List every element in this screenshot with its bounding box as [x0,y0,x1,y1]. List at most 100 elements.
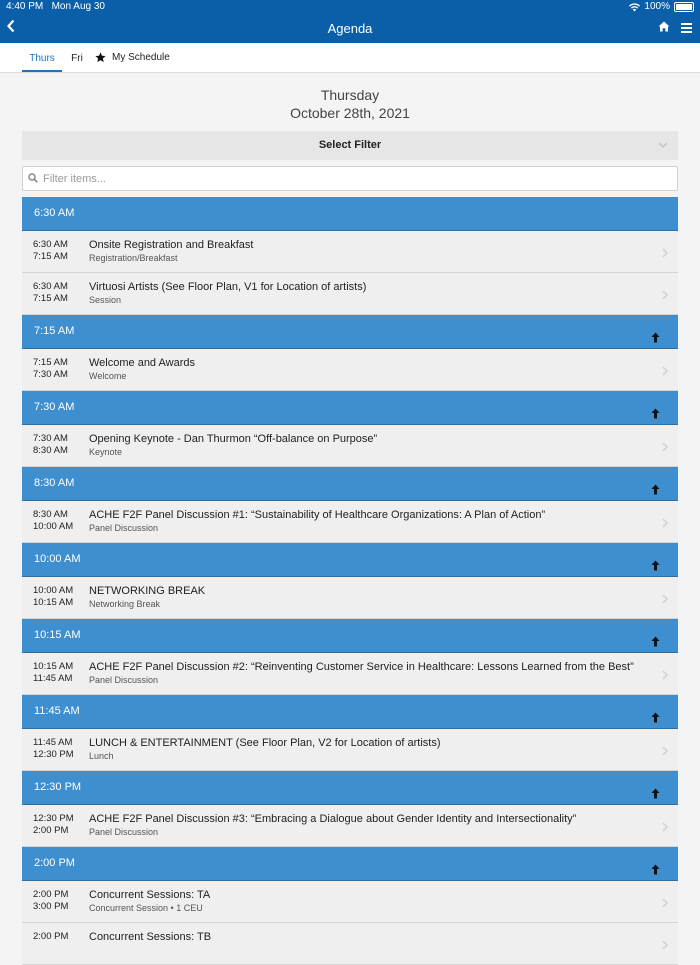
day-name: Thursday [320,87,380,103]
time-slot-label: 6:30 AM [34,207,75,219]
tab-thurs[interactable]: Thurs [22,43,62,72]
page-title: Agenda [327,21,373,36]
session-start-time: 6:30 AM [33,281,68,292]
tab-my-schedule[interactable]: My Schedule [95,43,170,72]
session-times: 6:30 AM 7:15 AM [33,281,68,305]
select-filter-label: Select Filter [318,139,382,151]
session-end-time: 2:00 PM [33,825,69,836]
session-start-time: 10:00 AM [33,585,74,596]
session-end-time: 7:15 AM [33,251,68,262]
session-times: 2:00 PM 3:00 PM [33,889,68,913]
session-start-time: 7:15 AM [33,357,68,368]
session-row[interactable]: 8:30 AM 10:00 AM ACHE F2F Panel Discussion… [22,501,678,543]
menu-button[interactable] [681,20,692,38]
session-type: Welcome [89,371,127,381]
session-type: Concurrent Session • 1 CEU [89,903,203,913]
session-row[interactable]: 7:30 AM 8:30 AM Opening Keynote - Dan Thur… [22,425,678,467]
session-row[interactable]: 10:15 AM 11:45 AM ACHE F2F Panel Discussio… [22,653,678,695]
session-type: Lunch [89,751,114,761]
time-slot-header[interactable]: 7:30 AM [22,391,678,425]
chevron-right-icon [662,363,669,381]
time-slot-header[interactable]: 10:00 AM [22,543,678,577]
session-row[interactable]: 7:15 AM 7:30 AM Welcome and Awards Welcome [22,349,678,391]
day-date: October 28th, 2021 [290,105,410,121]
session-row[interactable]: 11:45 AM 12:30 PM LUNCH & ENTERTAINMENT (S… [22,729,678,771]
session-type: Panel Discussion [89,675,159,685]
status-time-date: 4:40 PM Mon Aug 30 [6,0,105,14]
search-input[interactable] [41,170,665,188]
session-row[interactable]: 2:00 PM Concurrent Sessions: TB [22,923,678,965]
time-slot-label: 12:30 PM [34,781,82,793]
session-row[interactable]: 10:00 AM 10:15 AM NETWORKING BREAK Networki… [22,577,678,619]
session-title: ACHE F2F Panel Discussion #2: “Reinventi… [89,661,634,673]
status-bar: 4:40 PM Mon Aug 30 100% [0,0,700,14]
session-title: Onsite Registration and Breakfast [89,239,254,251]
session-type: Panel Discussion [89,827,159,837]
session-row[interactable]: 2:00 PM 3:00 PM Concurrent Sessions: TA Con… [22,881,678,923]
day-tabs: Thurs Fri My Schedule [0,43,700,73]
select-filter-dropdown[interactable]: Select Filter [22,131,678,160]
chevron-down-icon [658,131,668,160]
star-icon [95,52,106,63]
session-row[interactable]: 6:30 AM 7:15 AM Virtuosi Artists (See Floo… [22,273,678,315]
session-type: Registration/Breakfast [89,253,178,263]
session-times: 12:30 PM 2:00 PM [33,813,74,837]
session-start-time: 6:30 AM [33,239,68,250]
wifi-icon [629,2,641,11]
session-end-time: 12:30 PM [33,749,74,760]
time-slot-header[interactable]: 12:30 PM [22,771,678,805]
time-slot-label: 8:30 AM [34,477,75,489]
time-slot-label: 11:45 AM [34,705,80,717]
session-start-time: 11:45 AM [33,737,73,748]
chevron-right-icon [662,937,669,955]
session-title: Opening Keynote - Dan Thurmon “Off-balan… [89,433,378,445]
session-times: 7:15 AM 7:30 AM [33,357,68,381]
session-start-time: 8:30 AM [33,509,68,520]
status-date: Mon Aug 30 [51,1,105,12]
time-slot-header[interactable]: 6:30 AM [22,197,678,231]
chevron-right-icon [662,743,669,761]
session-start-time: 12:30 PM [33,813,74,824]
time-slot-label: 10:00 AM [34,553,81,565]
session-end-time: 3:00 PM [33,901,69,912]
session-title: ACHE F2F Panel Discussion #1: “Sustainab… [89,509,546,521]
time-slot-label: 7:15 AM [34,325,75,337]
session-end-time: 10:15 AM [33,597,74,608]
time-slot-header[interactable]: 7:15 AM [22,315,678,349]
home-button[interactable] [658,19,670,37]
tab-fri[interactable]: Fri [70,43,84,72]
tab-my-schedule-label: My Schedule [112,51,170,63]
session-type: Panel Discussion [89,523,159,533]
status-time: 4:40 PM [6,1,44,12]
time-slot-header[interactable]: 10:15 AM [22,619,678,653]
session-title: NETWORKING BREAK [89,585,206,597]
session-end-time: 7:30 AM [33,369,68,380]
session-row[interactable]: 12:30 PM 2:00 PM ACHE F2F Panel Discussion… [22,805,678,847]
battery-icon [674,2,694,12]
home-icon [658,21,670,32]
battery-percent: 100% [644,1,670,12]
time-slot-label: 10:15 AM [34,629,81,641]
session-start-time: 2:00 PM [33,931,69,942]
time-slot-header[interactable]: 11:45 AM [22,695,678,729]
session-end-time: 10:00 AM [33,521,74,532]
session-type: Keynote [89,447,123,457]
chevron-right-icon [662,515,669,533]
session-title: Concurrent Sessions: TA [89,889,211,901]
session-row[interactable]: 6:30 AM 7:15 AM Onsite Registration and Br… [22,231,678,273]
hamburger-menu-icon [681,23,692,33]
session-times: 2:00 PM [33,931,68,943]
chevron-right-icon [662,591,669,609]
time-slot-label: 2:00 PM [34,857,75,869]
session-title: Welcome and Awards [89,357,195,369]
session-times: 8:30 AM 10:00 AM [33,509,73,533]
session-start-time: 10:15 AM [33,661,74,672]
chevron-right-icon [662,439,669,457]
session-times: 10:15 AM 11:45 AM [33,661,73,685]
chevron-right-icon [662,895,669,913]
time-slot-header[interactable]: 8:30 AM [22,467,678,501]
session-title: Concurrent Sessions: TB [89,931,212,943]
time-slot-header[interactable]: 2:00 PM [22,847,678,881]
chevron-right-icon [662,245,669,263]
session-start-time: 2:00 PM [33,889,69,900]
